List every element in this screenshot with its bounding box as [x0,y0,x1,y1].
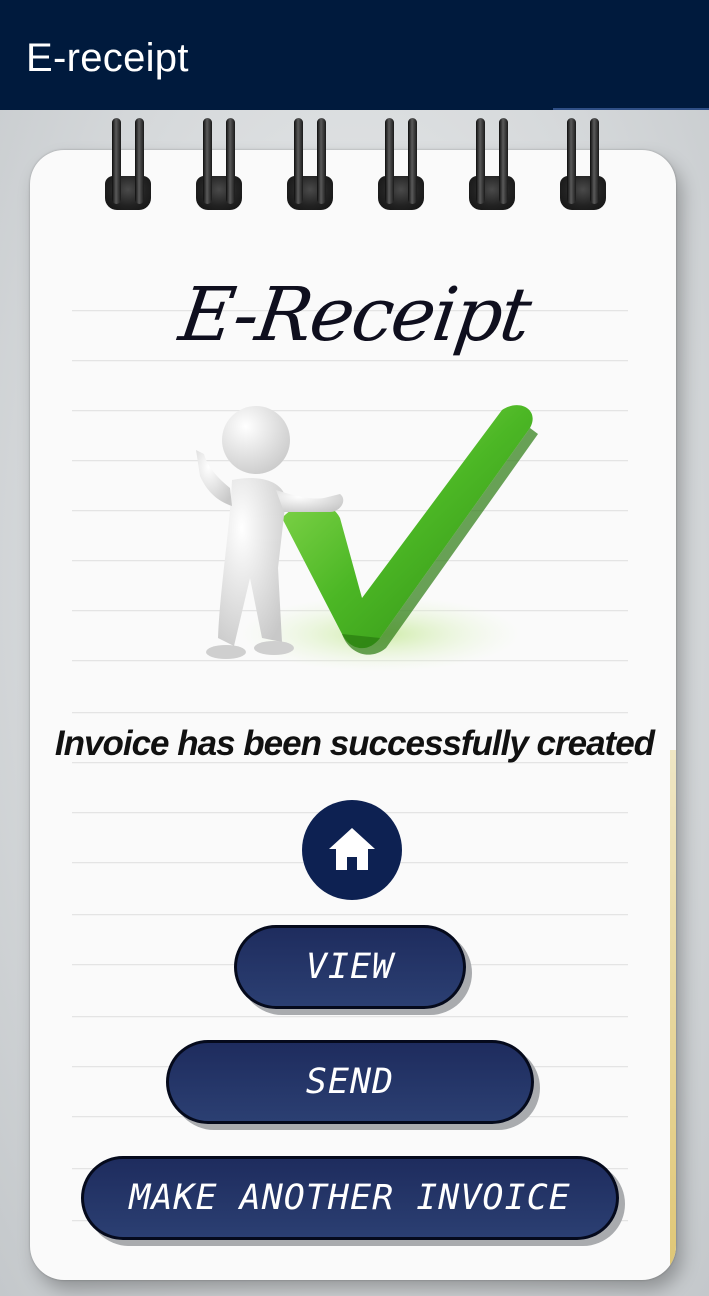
checkmark-figure-icon [196,405,538,672]
spiral-ring [378,112,424,212]
send-button[interactable]: SEND [166,1040,534,1124]
view-button-label: VIEW [305,947,395,987]
make-another-invoice-button-label: MAKE ANOTHER INVOICE [129,1178,571,1218]
home-icon [329,828,375,870]
make-another-invoice-button[interactable]: MAKE ANOTHER INVOICE [81,1156,619,1240]
app-bar-edge [553,108,709,110]
app-bar: E-receipt [0,0,709,110]
home-button[interactable] [302,800,402,900]
spiral-binding [0,112,709,222]
view-button[interactable]: VIEW [234,925,466,1009]
success-message: Invoice has been successfully created [54,724,655,763]
spiral-ring [105,112,151,212]
spiral-ring [287,112,333,212]
success-illustration [190,398,550,688]
app-title: E-receipt [26,36,189,80]
spiral-ring [469,112,515,212]
spiral-ring [560,112,606,212]
spiral-ring [196,112,242,212]
notebook-page-edge [670,750,676,1270]
send-button-label: SEND [305,1062,395,1102]
page-heading: E-Receipt [174,272,535,358]
